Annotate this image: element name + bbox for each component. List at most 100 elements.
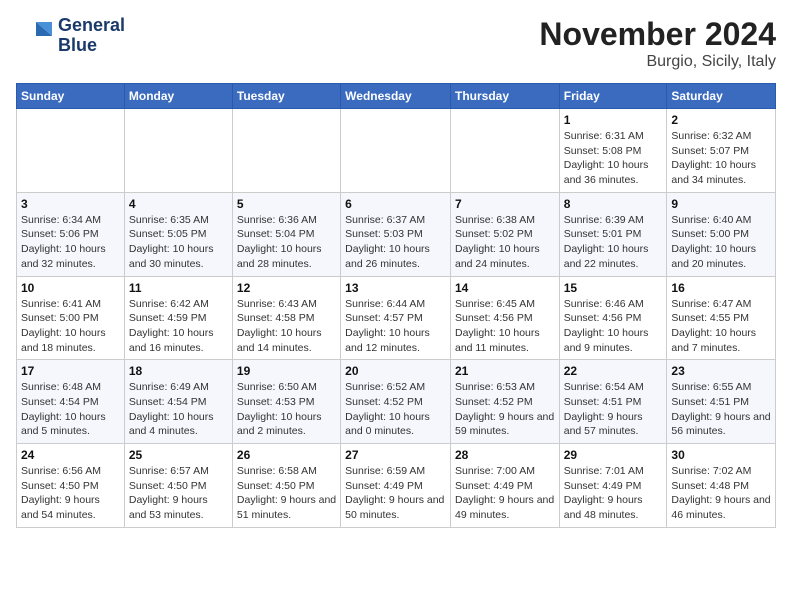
day-info: Sunrise: 6:47 AM Sunset: 4:55 PM Dayligh… [671, 297, 771, 356]
calendar-week-row: 24 Sunrise: 6:56 AM Sunset: 4:50 PM Dayli… [17, 444, 776, 528]
calendar-cell: 19 Sunrise: 6:50 AM Sunset: 4:53 PM Dayli… [232, 360, 340, 444]
day-number: 11 [129, 281, 228, 295]
calendar-cell: 23 Sunrise: 6:55 AM Sunset: 4:51 PM Dayli… [667, 360, 776, 444]
day-number: 5 [237, 197, 336, 211]
calendar-cell: 10 Sunrise: 6:41 AM Sunset: 5:00 PM Dayli… [17, 276, 125, 360]
weekday-header: Wednesday [341, 84, 451, 109]
day-info: Sunrise: 6:36 AM Sunset: 5:04 PM Dayligh… [237, 213, 336, 272]
day-number: 9 [671, 197, 771, 211]
day-info: Sunrise: 6:56 AM Sunset: 4:50 PM Dayligh… [21, 464, 120, 523]
day-info: Sunrise: 6:42 AM Sunset: 4:59 PM Dayligh… [129, 297, 228, 356]
day-info: Sunrise: 6:43 AM Sunset: 4:58 PM Dayligh… [237, 297, 336, 356]
day-number: 25 [129, 448, 228, 462]
day-number: 12 [237, 281, 336, 295]
calendar-cell: 28 Sunrise: 7:00 AM Sunset: 4:49 PM Dayli… [450, 444, 559, 528]
day-number: 2 [671, 113, 771, 127]
day-info: Sunrise: 6:31 AM Sunset: 5:08 PM Dayligh… [564, 129, 663, 188]
day-info: Sunrise: 6:44 AM Sunset: 4:57 PM Dayligh… [345, 297, 446, 356]
page-header: General Blue November 2024 Burgio, Sicil… [16, 16, 776, 71]
day-number: 20 [345, 364, 446, 378]
calendar-header-row: SundayMondayTuesdayWednesdayThursdayFrid… [17, 84, 776, 109]
day-info: Sunrise: 7:01 AM Sunset: 4:49 PM Dayligh… [564, 464, 663, 523]
day-info: Sunrise: 6:38 AM Sunset: 5:02 PM Dayligh… [455, 213, 555, 272]
calendar-cell [17, 109, 125, 193]
day-info: Sunrise: 7:02 AM Sunset: 4:48 PM Dayligh… [671, 464, 771, 523]
day-info: Sunrise: 6:55 AM Sunset: 4:51 PM Dayligh… [671, 380, 771, 439]
calendar-cell: 9Sunrise: 6:40 AM Sunset: 5:00 PM Daylig… [667, 192, 776, 276]
day-number: 17 [21, 364, 120, 378]
calendar-cell [124, 109, 232, 193]
day-info: Sunrise: 6:39 AM Sunset: 5:01 PM Dayligh… [564, 213, 663, 272]
calendar-cell: 3 Sunrise: 6:34 AM Sunset: 5:06 PM Daylig… [17, 192, 125, 276]
weekday-header: Saturday [667, 84, 776, 109]
calendar-cell: 20 Sunrise: 6:52 AM Sunset: 4:52 PM Dayli… [341, 360, 451, 444]
calendar-cell [450, 109, 559, 193]
calendar-cell: 12 Sunrise: 6:43 AM Sunset: 4:58 PM Dayli… [232, 276, 340, 360]
day-number: 3 [21, 197, 120, 211]
day-number: 16 [671, 281, 771, 295]
day-info: Sunrise: 6:37 AM Sunset: 5:03 PM Dayligh… [345, 213, 446, 272]
calendar-cell: 24 Sunrise: 6:56 AM Sunset: 4:50 PM Dayli… [17, 444, 125, 528]
day-number: 28 [455, 448, 555, 462]
day-number: 24 [21, 448, 120, 462]
day-info: Sunrise: 6:34 AM Sunset: 5:06 PM Dayligh… [21, 213, 120, 272]
day-number: 1 [564, 113, 663, 127]
day-info: Sunrise: 6:50 AM Sunset: 4:53 PM Dayligh… [237, 380, 336, 439]
calendar-week-row: 10 Sunrise: 6:41 AM Sunset: 5:00 PM Dayli… [17, 276, 776, 360]
day-info: Sunrise: 6:48 AM Sunset: 4:54 PM Dayligh… [21, 380, 120, 439]
day-info: Sunrise: 6:52 AM Sunset: 4:52 PM Dayligh… [345, 380, 446, 439]
calendar-table: SundayMondayTuesdayWednesdayThursdayFrid… [16, 83, 776, 528]
day-number: 23 [671, 364, 771, 378]
day-number: 19 [237, 364, 336, 378]
day-info: Sunrise: 6:45 AM Sunset: 4:56 PM Dayligh… [455, 297, 555, 356]
day-number: 15 [564, 281, 663, 295]
calendar-cell: 15 Sunrise: 6:46 AM Sunset: 4:56 PM Dayli… [559, 276, 667, 360]
day-number: 29 [564, 448, 663, 462]
day-number: 10 [21, 281, 120, 295]
logo-text: General Blue [58, 16, 125, 56]
day-info: Sunrise: 6:57 AM Sunset: 4:50 PM Dayligh… [129, 464, 228, 523]
calendar-cell: 25 Sunrise: 6:57 AM Sunset: 4:50 PM Dayli… [124, 444, 232, 528]
calendar-cell: 7 Sunrise: 6:38 AM Sunset: 5:02 PM Daylig… [450, 192, 559, 276]
weekday-header: Monday [124, 84, 232, 109]
calendar-cell: 26Sunrise: 6:58 AM Sunset: 4:50 PM Dayli… [232, 444, 340, 528]
day-number: 27 [345, 448, 446, 462]
day-info: Sunrise: 6:54 AM Sunset: 4:51 PM Dayligh… [564, 380, 663, 439]
calendar-cell: 30 Sunrise: 7:02 AM Sunset: 4:48 PM Dayli… [667, 444, 776, 528]
calendar-cell: 2 Sunrise: 6:32 AM Sunset: 5:07 PM Daylig… [667, 109, 776, 193]
day-info: Sunrise: 6:53 AM Sunset: 4:52 PM Dayligh… [455, 380, 555, 439]
day-number: 14 [455, 281, 555, 295]
day-number: 26 [237, 448, 336, 462]
calendar-cell: 29 Sunrise: 7:01 AM Sunset: 4:49 PM Dayli… [559, 444, 667, 528]
calendar-cell: 16 Sunrise: 6:47 AM Sunset: 4:55 PM Dayli… [667, 276, 776, 360]
calendar-week-row: 1 Sunrise: 6:31 AM Sunset: 5:08 PM Daylig… [17, 109, 776, 193]
day-number: 7 [455, 197, 555, 211]
day-info: Sunrise: 6:35 AM Sunset: 5:05 PM Dayligh… [129, 213, 228, 272]
calendar-cell: 4 Sunrise: 6:35 AM Sunset: 5:05 PM Daylig… [124, 192, 232, 276]
day-info: Sunrise: 6:32 AM Sunset: 5:07 PM Dayligh… [671, 129, 771, 188]
calendar-week-row: 3 Sunrise: 6:34 AM Sunset: 5:06 PM Daylig… [17, 192, 776, 276]
calendar-cell [232, 109, 340, 193]
day-info: Sunrise: 7:00 AM Sunset: 4:49 PM Dayligh… [455, 464, 555, 523]
weekday-header: Sunday [17, 84, 125, 109]
day-number: 22 [564, 364, 663, 378]
day-info: Sunrise: 6:46 AM Sunset: 4:56 PM Dayligh… [564, 297, 663, 356]
day-info: Sunrise: 6:59 AM Sunset: 4:49 PM Dayligh… [345, 464, 446, 523]
calendar-cell: 21 Sunrise: 6:53 AM Sunset: 4:52 PM Dayli… [450, 360, 559, 444]
day-info: Sunrise: 6:41 AM Sunset: 5:00 PM Dayligh… [21, 297, 120, 356]
day-number: 18 [129, 364, 228, 378]
day-number: 6 [345, 197, 446, 211]
day-info: Sunrise: 6:49 AM Sunset: 4:54 PM Dayligh… [129, 380, 228, 439]
weekday-header: Friday [559, 84, 667, 109]
location-title: Burgio, Sicily, Italy [539, 53, 776, 71]
day-number: 4 [129, 197, 228, 211]
day-number: 30 [671, 448, 771, 462]
day-number: 21 [455, 364, 555, 378]
calendar-cell: 18 Sunrise: 6:49 AM Sunset: 4:54 PM Dayli… [124, 360, 232, 444]
calendar-cell: 17 Sunrise: 6:48 AM Sunset: 4:54 PM Dayli… [17, 360, 125, 444]
calendar-cell: 5 Sunrise: 6:36 AM Sunset: 5:04 PM Daylig… [232, 192, 340, 276]
calendar-cell: 6 Sunrise: 6:37 AM Sunset: 5:03 PM Daylig… [341, 192, 451, 276]
month-title: November 2024 [539, 16, 776, 53]
title-section: November 2024 Burgio, Sicily, Italy [539, 16, 776, 71]
calendar-cell: 1 Sunrise: 6:31 AM Sunset: 5:08 PM Daylig… [559, 109, 667, 193]
